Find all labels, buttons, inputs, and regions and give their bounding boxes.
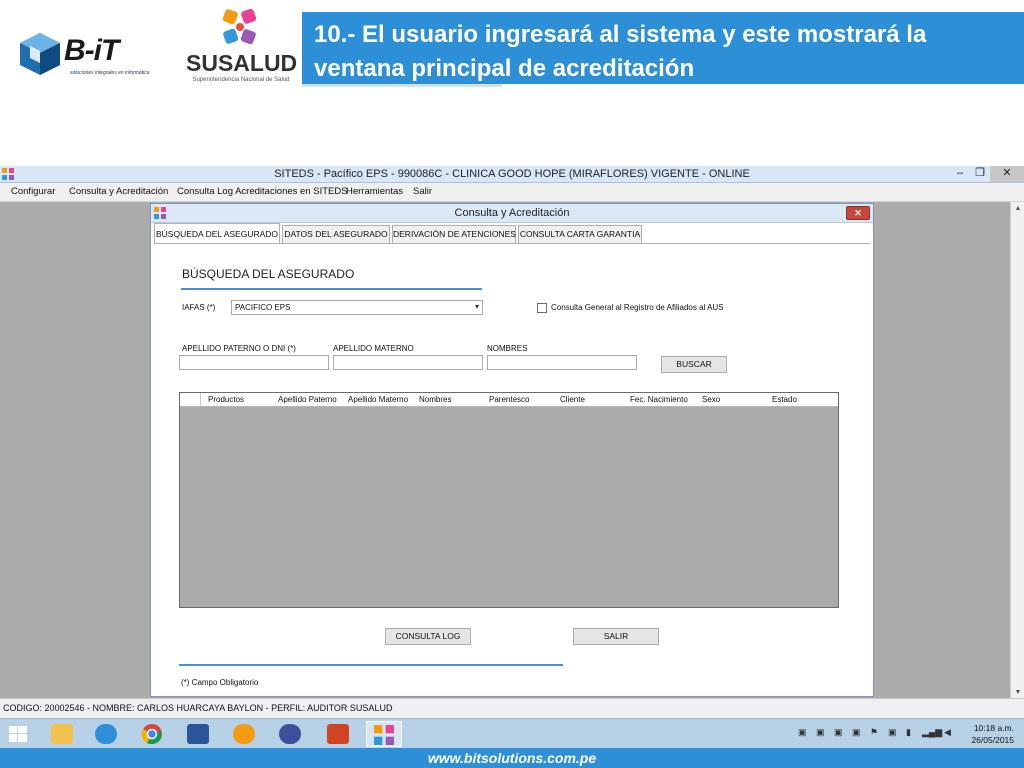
section-title: BÚSQUEDA DEL ASEGURADO: [182, 267, 355, 281]
slide: B-iT soluciones integrales en informátic…: [0, 0, 1024, 768]
volume-icon[interactable]: ◀: [944, 727, 951, 738]
susalud-logo: SUSALUD Superintendencia Nacional de Sal…: [186, 6, 298, 86]
file-explorer-icon[interactable]: [44, 721, 80, 747]
battery-icon[interactable]: ▮: [906, 727, 911, 738]
word-icon[interactable]: [180, 721, 216, 747]
windows-start-icon: [9, 726, 27, 742]
connect-icon[interactable]: [272, 721, 308, 747]
footer-rule: [179, 664, 563, 666]
grid-col-apellido-paterno[interactable]: Apellido Paterno: [278, 395, 337, 404]
menu-consulta-log[interactable]: Consulta Log Acreditaciones en SITEDS: [177, 186, 348, 197]
scroll-up-icon[interactable]: ▲: [1013, 204, 1023, 214]
clock-time: 10:18 a.m.: [973, 723, 1014, 733]
tray-app-icon[interactable]: ▣: [888, 727, 897, 738]
powerpoint-icon[interactable]: [320, 721, 356, 747]
results-grid[interactable]: Productos Apellido Paterno Apellido Mate…: [179, 392, 839, 608]
apellido-materno-label: APELLIDO MATERNO: [333, 344, 414, 353]
susalud-name: SUSALUD: [186, 50, 298, 76]
tab-consulta-carta-garantia[interactable]: CONSULTA CARTA GARANTIA: [518, 225, 642, 243]
tray-app-icon[interactable]: ▣: [816, 727, 825, 738]
apellido-paterno-input[interactable]: [179, 355, 329, 370]
grid-col-productos[interactable]: Productos: [208, 395, 244, 404]
required-field-note: (*) Campo Obligatorio: [181, 678, 259, 687]
tray-app-icon[interactable]: ▣: [798, 727, 807, 738]
siteds-taskbar-icon[interactable]: [366, 721, 402, 747]
dialog-titlebar: Consulta y Acreditación ✕: [151, 204, 873, 223]
app-menubar: Configurar Consulta y Acreditación Consu…: [0, 183, 1024, 202]
app-scrollbar[interactable]: ▲ ▼: [1010, 202, 1024, 700]
network-icon[interactable]: ▂▄▆: [922, 727, 942, 738]
clock-date: 26/05/2015: [971, 735, 1014, 745]
iafas-label: IAFAS (*): [182, 303, 216, 312]
consulta-general-label: Consulta General al Registro de Afiliado…: [551, 303, 724, 312]
iafas-selected-value: PACIFICO EPS: [235, 303, 291, 312]
tab-datos-asegurado[interactable]: DATOS DEL ASEGURADO: [282, 225, 390, 243]
slide-footer: www.bitsolutions.com.pe: [0, 748, 1024, 768]
slide-title: 10.- El usuario ingresará al sistema y e…: [314, 21, 927, 82]
grid-col-nombres[interactable]: Nombres: [419, 395, 451, 404]
menu-consulta-acreditacion[interactable]: Consulta y Acreditación: [69, 186, 168, 197]
nombres-label: NOMBRES: [487, 344, 528, 353]
apellido-materno-input[interactable]: [333, 355, 483, 370]
buscar-button[interactable]: BUSCAR: [661, 356, 727, 373]
grid-col-fec-nacimiento[interactable]: Fec. Nacimiento: [630, 395, 688, 404]
tab-divider: [154, 243, 870, 244]
grid-header-separator: [200, 393, 201, 406]
close-button[interactable]: ✕: [990, 166, 1024, 182]
bit-tagline: soluciones integrales en informática: [70, 70, 150, 76]
status-user-info: CODIGO: 20002546 - NOMBRE: CARLOS HUARCA…: [3, 703, 393, 713]
chrome-logo-icon: [141, 724, 162, 745]
consulta-acreditacion-dialog: Consulta y Acreditación ✕ BÚSQUEDA DEL A…: [150, 203, 874, 697]
tray-app-icon[interactable]: ▣: [834, 727, 843, 738]
susalud-subtitle: Superintendencia Nacional de Salud: [192, 77, 290, 83]
dialog-close-button[interactable]: ✕: [846, 206, 870, 220]
nombres-input[interactable]: [487, 355, 637, 370]
start-button[interactable]: [0, 721, 36, 747]
tray-flag-icon[interactable]: ⚑: [870, 727, 878, 738]
internet-explorer-icon[interactable]: [88, 721, 124, 747]
grid-col-parentesco[interactable]: Parentesco: [489, 395, 529, 404]
menu-herramientas[interactable]: Herramientas: [346, 186, 403, 197]
footer-url[interactable]: www.bitsolutions.com.pe: [0, 750, 1024, 766]
taskbar-clock[interactable]: 10:18 a.m. 26/05/2015: [971, 722, 1014, 746]
bit-logo: B-iT soluciones integrales en informátic…: [14, 28, 150, 84]
slide-title-box: 10.- El usuario ingresará al sistema y e…: [302, 12, 1024, 84]
section-rule: [181, 288, 482, 290]
app-titlebar: SITEDS - Pacífico EPS - 990086C - CLINIC…: [0, 166, 1024, 183]
consulta-general-checkbox[interactable]: [537, 303, 547, 313]
susalud-flower-icon: [222, 8, 257, 45]
susalud-flower-icon: [374, 725, 394, 745]
windows-taskbar: ▣ ▣ ▣ ▣ ⚑ ▣ ▮ ▂▄▆ ◀ 10:18 a.m. 26/05/201…: [0, 718, 1024, 748]
grid-col-apellido-materno[interactable]: Apellido Materno: [348, 395, 408, 404]
grid-col-cliente[interactable]: Cliente: [560, 395, 585, 404]
grid-col-sexo[interactable]: Sexo: [702, 395, 720, 404]
grid-header: Productos Apellido Paterno Apellido Mate…: [180, 393, 838, 407]
tab-busqueda-asegurado[interactable]: BÚSQUEDA DEL ASEGURADO: [154, 223, 280, 244]
chevron-down-icon: ▾: [474, 302, 479, 311]
iafas-select[interactable]: PACIFICO EPS ▾: [231, 300, 483, 315]
menu-configurar[interactable]: Configurar: [11, 186, 55, 197]
siteds-app-window: SITEDS - Pacífico EPS - 990086C - CLINIC…: [0, 166, 1024, 718]
tab-derivacion-atenciones[interactable]: DERIVACIÓN DE ATENCIONES: [392, 225, 516, 243]
bit-cube-icon: [20, 33, 60, 75]
consulta-log-button[interactable]: CONSULTA LOG: [385, 628, 471, 645]
app-window-title: SITEDS - Pacífico EPS - 990086C - CLINIC…: [274, 168, 750, 180]
grid-col-estado[interactable]: Estado: [772, 395, 797, 404]
media-player-icon[interactable]: [226, 721, 262, 747]
dialog-title: Consulta y Acreditación: [454, 207, 570, 219]
menu-salir[interactable]: Salir: [413, 186, 432, 197]
salir-button[interactable]: SALIR: [573, 628, 659, 645]
apellido-paterno-label: APELLIDO PATERNO O DNI (*): [182, 344, 296, 353]
chrome-icon[interactable]: [134, 721, 170, 747]
bit-brand: B-iT: [64, 34, 119, 67]
tray-app-icon[interactable]: ▣: [852, 727, 861, 738]
scroll-down-icon[interactable]: ▼: [1013, 688, 1023, 698]
title-underline: [302, 84, 502, 87]
app-statusbar: CODIGO: 20002546 - NOMBRE: CARLOS HUARCA…: [0, 698, 1024, 718]
